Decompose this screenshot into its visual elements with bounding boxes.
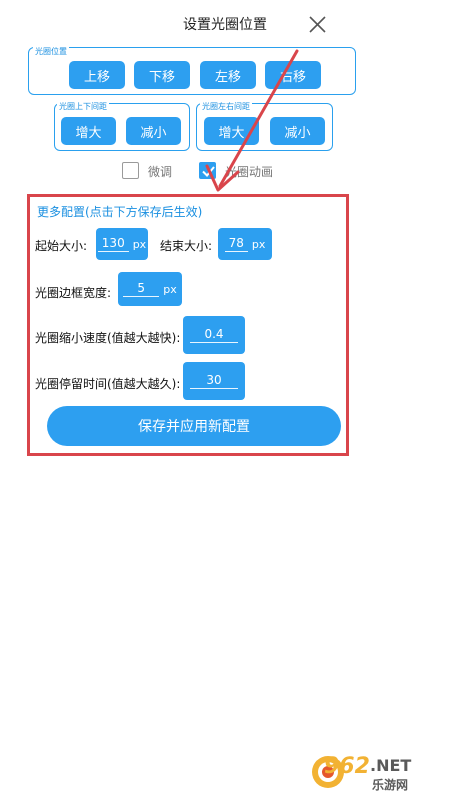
watermark-number: 962 xyxy=(324,754,370,779)
watermark-suffix: .NET xyxy=(370,756,412,775)
annotation-arrow xyxy=(205,49,299,192)
site-watermark: 962 .NET 乐游网 xyxy=(308,752,444,792)
watermark-site: 乐游网 xyxy=(372,778,409,792)
